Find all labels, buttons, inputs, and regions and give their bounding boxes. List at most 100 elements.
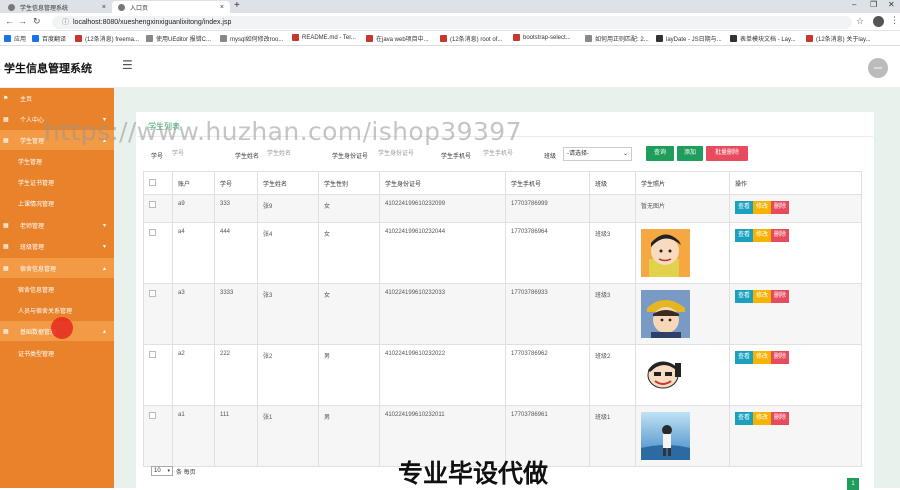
bookmark-item[interactable]: 表单模块文档 - Lay...: [730, 34, 796, 43]
row-checkbox[interactable]: [149, 229, 156, 236]
bookmark-item[interactable]: mysql如何修改roo...: [220, 34, 283, 43]
view-button[interactable]: 查看: [735, 290, 754, 303]
delete-button[interactable]: 删除: [771, 412, 790, 425]
window-close-icon[interactable]: ✕: [888, 0, 895, 9]
sidebar-subitem-attendance[interactable]: 上课情况管理: [0, 193, 114, 213]
name-input[interactable]: 学生姓名: [265, 147, 325, 161]
sidebar-item-teacher[interactable]: ▦ 老师管理 ▾: [0, 215, 114, 235]
star-icon[interactable]: ☆: [856, 16, 864, 27]
bookmark-label: (12条消息) freema...: [85, 37, 140, 43]
back-icon[interactable]: ←: [5, 16, 14, 26]
delete-button[interactable]: 删除: [771, 201, 790, 214]
csdn-icon: [366, 35, 373, 42]
actions-cell: 查看 修改 删除: [729, 222, 862, 284]
browser-tab-2[interactable]: 入口页 ×: [112, 1, 230, 13]
phone-input[interactable]: 学生手机号: [481, 147, 539, 161]
select-all-header: [143, 171, 173, 195]
view-button[interactable]: 查看: [735, 351, 754, 364]
search-button[interactable]: 查询: [646, 146, 674, 161]
edit-button[interactable]: 修改: [753, 351, 772, 364]
sidebar-subitem-student[interactable]: 学生管理: [0, 151, 114, 171]
batch-delete-button[interactable]: 批量删除: [706, 146, 748, 161]
bookmark-item[interactable]: 如何用正则匹配: 2...: [585, 34, 649, 43]
grid-icon: ▦: [3, 116, 9, 123]
grid-icon: ▦: [3, 222, 9, 229]
view-button[interactable]: 查看: [735, 229, 754, 242]
edit-button[interactable]: 修改: [753, 412, 772, 425]
page-icon: [220, 35, 227, 42]
minimize-icon[interactable]: –: [852, 0, 856, 9]
student-photo[interactable]: [641, 290, 690, 338]
avatar[interactable]: dush: [868, 58, 888, 78]
page-size-value: 10: [154, 468, 161, 474]
xuehao-input[interactable]: 学号: [170, 147, 228, 161]
page-number-button[interactable]: 1: [847, 478, 859, 490]
select-all-checkbox[interactable]: [149, 179, 156, 186]
student-photo[interactable]: [641, 229, 690, 277]
delete-button[interactable]: 删除: [771, 351, 790, 364]
student-photo[interactable]: [641, 412, 690, 460]
edit-button[interactable]: 修改: [753, 229, 772, 242]
column-header: 学生照片: [635, 171, 730, 195]
delete-button[interactable]: 删除: [771, 290, 790, 303]
sidebar-item-dorm[interactable]: ▦ 宿舍信息管理 ▴: [0, 258, 114, 278]
page-size-select[interactable]: 10 ▾: [151, 466, 173, 476]
sidebar-item-home[interactable]: ⚑ 主页: [0, 88, 114, 108]
url-input[interactable]: ⓘ localhost:8080/xueshengxinxiguanlixiton…: [52, 16, 852, 29]
sidebar-subitem-certificate[interactable]: 学生证书管理: [0, 172, 114, 192]
bookmark-item[interactable]: (12条消息) 关于lay...: [806, 34, 871, 43]
address-bar-row: ← → ↻ ⓘ localhost:8080/xueshengxinxiguanl…: [0, 13, 900, 31]
bookmark-item[interactable]: 百度翻译: [32, 34, 66, 43]
photo-cell: [635, 405, 730, 467]
idcard-input[interactable]: 学生身份证号: [376, 147, 434, 161]
bookmark-item[interactable]: layDate - JS日期与...: [656, 34, 722, 43]
photo-cell: [635, 283, 730, 345]
bookmark-label: bootstrap-select...: [523, 34, 571, 41]
bookmark-label: 表单模块文档 - Lay...: [740, 37, 796, 43]
row-checkbox[interactable]: [149, 351, 156, 358]
account-cell: a9: [172, 194, 215, 223]
actions-cell: 查看 修改 删除: [729, 405, 862, 467]
student-table: 账户 学号 学生姓名 学生性别 学生身份证号 学生手机号 班级 学生照片 操作 …: [143, 171, 862, 467]
menu-toggle-icon[interactable]: ☰: [122, 58, 133, 72]
view-button[interactable]: 查看: [735, 201, 754, 214]
class-cell: 班级2: [589, 344, 636, 406]
bookmark-label: 在java web项目中...: [376, 37, 429, 43]
sidebar-subitem-dorm[interactable]: 宿舍信息管理: [0, 279, 114, 299]
bookmarks-bar: 应用 百度翻译 (12条消息) freema... 使用UEditor 报错C.…: [0, 31, 900, 46]
student-photo[interactable]: [641, 351, 690, 399]
edit-button[interactable]: 修改: [753, 290, 772, 303]
bookmark-item[interactable]: 应用: [4, 34, 26, 43]
bookmark-item[interactable]: README.md - Ter...: [292, 34, 356, 41]
bookmark-item[interactable]: bootstrap-select...: [513, 34, 571, 41]
add-button[interactable]: 添加: [677, 146, 703, 161]
close-tab-icon[interactable]: ×: [102, 4, 106, 11]
edit-button[interactable]: 修改: [753, 201, 772, 214]
page-icon: [656, 35, 663, 42]
menu-dots-icon[interactable]: ⋮: [890, 15, 899, 26]
reload-icon[interactable]: ↻: [33, 16, 41, 27]
xuehao-cell: 3333: [214, 283, 258, 345]
restore-icon[interactable]: ❐: [870, 0, 877, 9]
close-tab-icon[interactable]: ×: [220, 4, 224, 11]
phone-cell: 17703786999: [505, 194, 590, 223]
sidebar-subitem-cert-type[interactable]: 证书类型管理: [0, 343, 114, 363]
browser-tab-1[interactable]: 学生信息管理系统 ×: [2, 1, 112, 13]
row-checkbox[interactable]: [149, 201, 156, 208]
delete-button[interactable]: 删除: [771, 229, 790, 242]
row-checkbox[interactable]: [149, 290, 156, 297]
forward-icon[interactable]: →: [18, 16, 27, 26]
bookmark-item[interactable]: (12条消息) freema...: [75, 34, 139, 43]
csdn-icon: [75, 35, 82, 42]
new-tab-button[interactable]: +: [234, 0, 240, 11]
profile-icon[interactable]: [873, 16, 884, 27]
view-button[interactable]: 查看: [735, 412, 754, 425]
class-select-value: -请选择-: [567, 151, 589, 157]
flag-icon: ⚑: [3, 95, 9, 102]
row-checkbox[interactable]: [149, 412, 156, 419]
bookmark-item[interactable]: (12条消息) root of...: [440, 34, 502, 43]
bookmark-item[interactable]: 使用UEditor 报错C...: [146, 34, 211, 43]
bookmark-item[interactable]: 在java web项目中...: [366, 34, 429, 43]
class-select[interactable]: -请选择- ⌄: [563, 147, 632, 161]
sidebar-item-class[interactable]: ▦ 班级管理 ▾: [0, 236, 114, 256]
